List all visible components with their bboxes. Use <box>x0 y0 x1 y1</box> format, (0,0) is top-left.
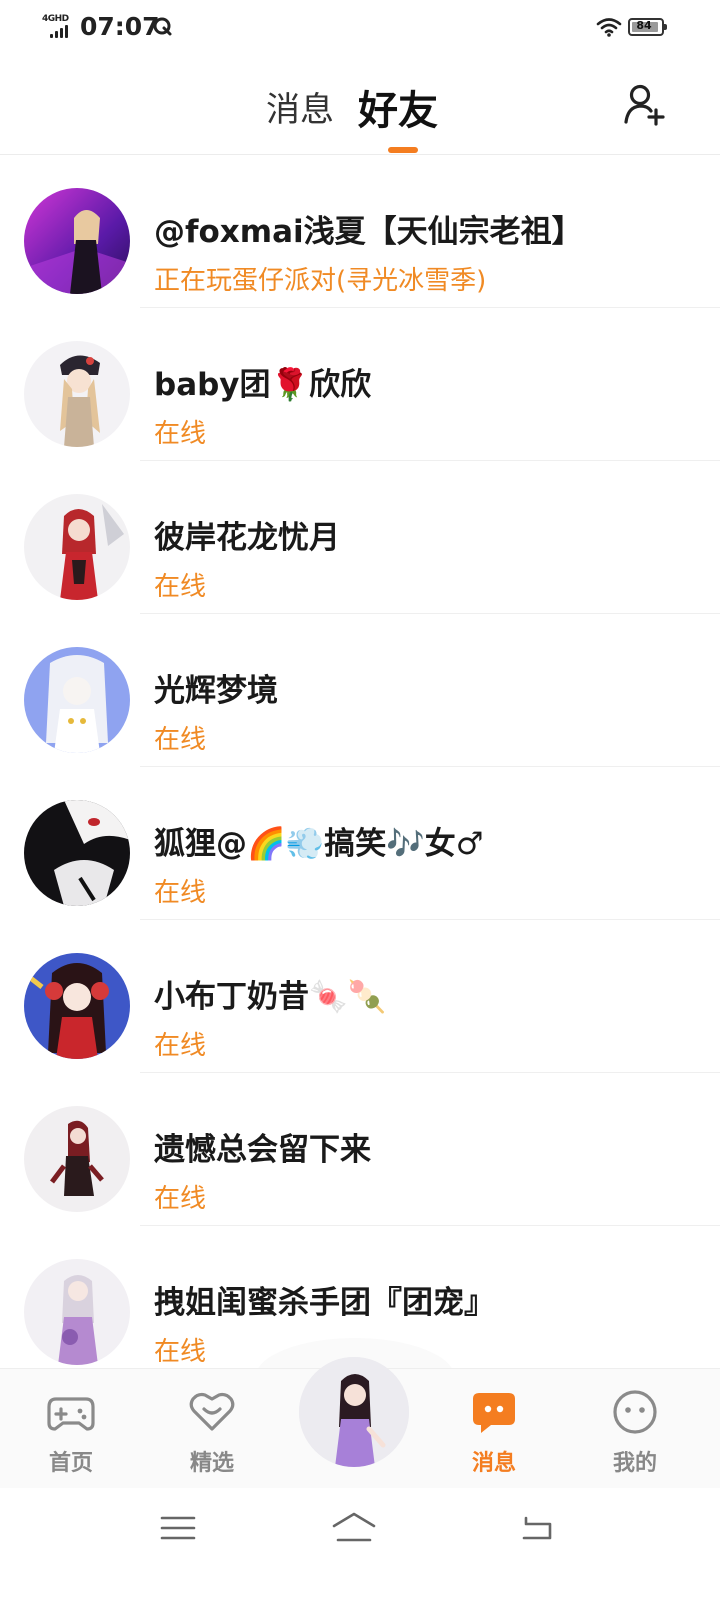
friend-status: 在线 <box>154 1184 207 1214</box>
avatar[interactable] <box>24 188 130 294</box>
signal-icon <box>50 24 72 38</box>
system-nav-bar <box>0 1488 720 1600</box>
nav-home[interactable]: 首页 <box>21 1387 121 1477</box>
friend-name: baby团🌹欣欣 <box>154 367 372 403</box>
friend-name: 彼岸花龙忧月 <box>154 520 340 556</box>
chat-bubble-icon <box>473 1393 515 1433</box>
nav-featured-label: 精选 <box>189 1451 234 1476</box>
face-icon <box>613 1390 657 1434</box>
friend-status: 正在玩蛋仔派对(寻光冰雪季) <box>154 266 487 296</box>
clock: 07:07 <box>80 12 160 41</box>
friend-name: 拽姐闺蜜杀手团『团宠』 <box>154 1285 495 1321</box>
heart-icon <box>189 1392 235 1431</box>
nav-messages-label: 消息 <box>471 1451 516 1476</box>
friend-name: 遗憾总会留下来 <box>154 1132 371 1168</box>
avatar[interactable] <box>24 953 130 1059</box>
friend-item[interactable]: 光辉梦境 在线 <box>0 614 720 767</box>
friend-item[interactable]: 遗憾总会留下来 在线 <box>0 1073 720 1226</box>
battery-level: 84 <box>636 19 652 32</box>
avatar[interactable] <box>24 1106 130 1212</box>
avatar[interactable] <box>24 341 130 447</box>
app-notification-icon <box>153 17 172 36</box>
friend-name: 狐狸@🌈💨搞笑🎶女♂ <box>154 826 484 862</box>
friend-item[interactable]: 小布丁奶昔🍬🍡 在线 <box>0 920 720 1073</box>
friend-item[interactable]: baby团🌹欣欣 在线 <box>0 308 720 461</box>
header: 消息 好友 <box>0 56 720 155</box>
tab-friends[interactable]: 好友 <box>358 78 438 136</box>
friend-item[interactable]: 狐狸@🌈💨搞笑🎶女♂ 在线 <box>0 767 720 920</box>
friend-list: @foxmai浅夏【天仙宗老祖】 正在玩蛋仔派对(寻光冰雪季) baby团🌹欣欣… <box>0 155 720 1379</box>
network-type: 4GHD <box>42 14 69 24</box>
home-icon[interactable] <box>330 1510 378 1546</box>
friend-status: 在线 <box>154 1031 207 1061</box>
friend-name: 光辉梦境 <box>154 673 278 709</box>
status-bar: 4GHD 07:07 84 <box>0 0 720 56</box>
friend-status: 在线 <box>154 1337 207 1367</box>
friend-name: @foxmai浅夏【天仙宗老祖】 <box>154 214 583 250</box>
active-tab-indicator <box>388 147 418 153</box>
gamepad-icon <box>47 1397 95 1431</box>
avatar[interactable] <box>24 1259 130 1365</box>
back-icon[interactable] <box>516 1510 560 1546</box>
add-user-icon[interactable] <box>622 82 666 126</box>
nav-mine-label: 我的 <box>612 1451 657 1476</box>
friend-item[interactable]: 彼岸花龙忧月 在线 <box>0 461 720 614</box>
avatar[interactable] <box>24 800 130 906</box>
tab-messages[interactable]: 消息 <box>266 82 334 131</box>
friend-name: 小布丁奶昔🍬🍡 <box>154 979 387 1015</box>
friend-item[interactable]: @foxmai浅夏【天仙宗老祖】 正在玩蛋仔派对(寻光冰雪季) <box>0 155 720 308</box>
nav-center-avatar[interactable] <box>299 1357 409 1467</box>
avatar[interactable] <box>24 647 130 753</box>
menu-icon[interactable] <box>156 1510 200 1546</box>
friend-status: 在线 <box>154 572 207 602</box>
friend-status: 在线 <box>154 725 207 755</box>
battery-icon: 84 <box>628 18 667 36</box>
nav-mine[interactable]: 我的 <box>585 1387 685 1477</box>
nav-messages[interactable]: 消息 <box>444 1387 544 1477</box>
friend-status: 在线 <box>154 878 207 908</box>
friend-status: 在线 <box>154 419 207 449</box>
nav-home-label: 首页 <box>48 1451 93 1476</box>
wifi-icon <box>596 18 622 37</box>
nav-featured[interactable]: 精选 <box>162 1387 262 1477</box>
avatar[interactable] <box>24 494 130 600</box>
